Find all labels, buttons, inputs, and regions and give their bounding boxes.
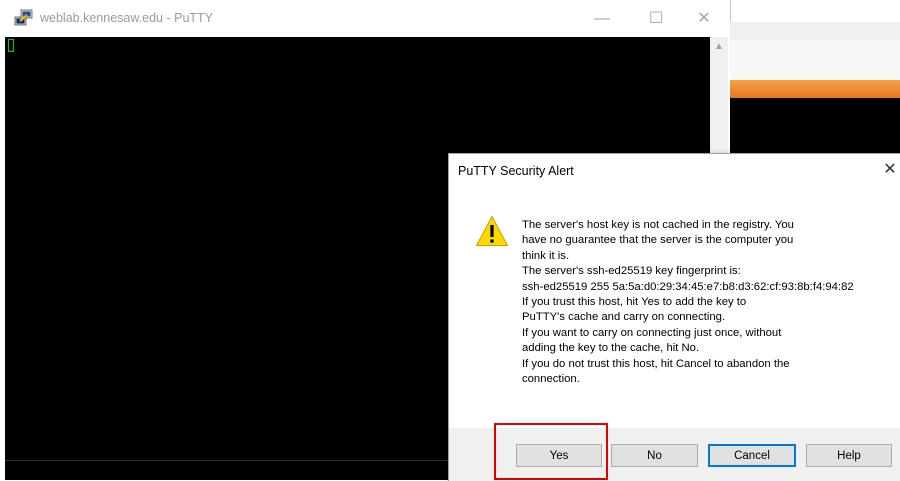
security-alert-dialog: PuTTY Security Alert ✕ The server's host… (448, 153, 900, 481)
close-icon: ✕ (883, 161, 897, 178)
no-button[interactable]: No (611, 444, 698, 467)
help-button[interactable]: Help (806, 444, 892, 467)
minimize-icon: — (594, 10, 610, 27)
cancel-button[interactable]: Cancel (708, 444, 796, 467)
background-window-top (730, 0, 900, 22)
close-button[interactable]: ✕ (684, 6, 724, 32)
background-window-toolbar (730, 40, 900, 80)
fingerprint-line: ssh-ed25519 255 5a:5a:d0:29:34:45:e7:b8:… (522, 280, 854, 293)
yes-button[interactable]: Yes (516, 444, 602, 467)
maximize-button[interactable]: ☐ (636, 6, 676, 32)
message-line: If you want to carry on connecting just … (522, 326, 782, 339)
dialog-button-bar: Yes No Cancel Help (449, 428, 900, 481)
message-line: If you do not trust this host, hit Cance… (522, 357, 790, 370)
message-line: The server's ssh-ed25519 key fingerprint… (522, 265, 741, 278)
close-icon: ✕ (697, 10, 711, 27)
dialog-message: The server's host key is not cached in t… (522, 218, 897, 387)
dialog-close-button[interactable]: ✕ (879, 159, 900, 181)
dialog-title: PuTTY Security Alert (458, 164, 574, 178)
message-line: PuTTY's cache and carry on connecting. (522, 311, 726, 324)
message-line: have no guarantee that the server is the… (522, 234, 794, 247)
minimize-button[interactable]: — (582, 6, 622, 32)
warning-icon (475, 215, 509, 246)
message-line: The server's host key is not cached in t… (522, 219, 794, 231)
background-window-titlebar (730, 80, 900, 175)
window-title: weblab.kennesaw.edu - PuTTY (40, 11, 214, 25)
maximize-icon: ☐ (648, 10, 664, 27)
message-line: adding the key to the cache, hit No. (522, 342, 700, 355)
message-line: think it is. (522, 249, 570, 262)
message-line: If you trust this host, hit Yes to add t… (522, 296, 747, 309)
terminal-cursor (8, 39, 14, 52)
terminal-divider (5, 460, 455, 461)
putty-titlebar: weblab.kennesaw.edu - PuTTY — ☐ ✕ (0, 0, 730, 36)
message-line: connection. (522, 373, 580, 386)
chevron-up-icon: ▲ (714, 41, 724, 52)
putty-icon[interactable] (14, 8, 34, 28)
scroll-up-button[interactable]: ▲ (710, 39, 728, 55)
